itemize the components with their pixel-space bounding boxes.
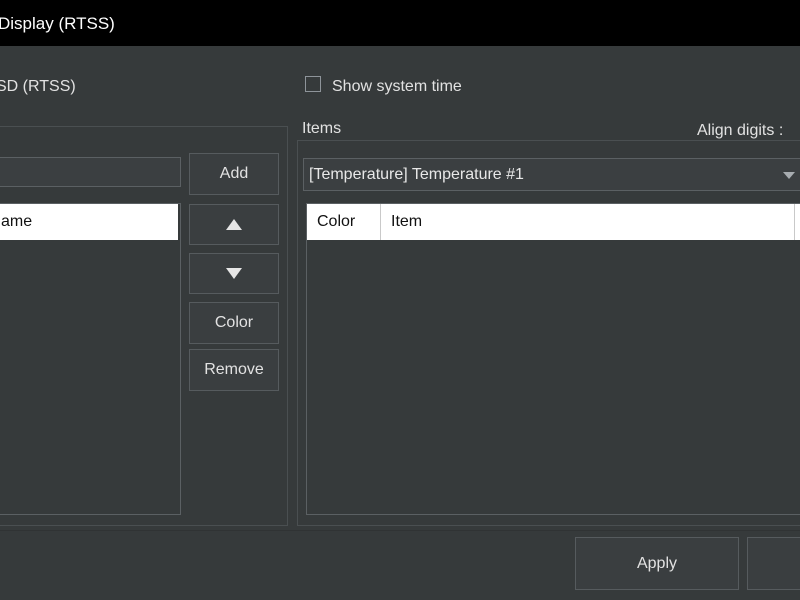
name-input[interactable]	[0, 157, 181, 187]
title-bar: Display (RTSS)	[0, 0, 800, 46]
footer-divider	[0, 530, 800, 531]
osd-section-label: SD (RTSS)	[0, 78, 76, 95]
remove-button[interactable]: Remove	[189, 349, 279, 391]
items-combo-value: [Temperature] Temperature #1	[309, 166, 524, 183]
items-column-item[interactable]: Item	[391, 213, 422, 231]
color-button-label: Color	[214, 314, 254, 331]
secondary-footer-button[interactable]	[747, 537, 800, 590]
show-system-time-checkbox[interactable]	[305, 76, 321, 92]
color-button[interactable]: Color	[189, 302, 279, 344]
chevron-down-icon[interactable]	[783, 172, 795, 179]
move-up-button[interactable]	[189, 204, 279, 245]
column-separator	[794, 204, 795, 240]
apply-button[interactable]: Apply	[575, 537, 739, 590]
triangle-down-icon	[226, 268, 242, 279]
show-system-time-label[interactable]: Show system time	[332, 78, 462, 96]
osd-list-header: ame	[0, 204, 178, 240]
align-digits-label: Align digits :	[697, 122, 784, 139]
add-button-label: Add	[219, 165, 249, 182]
items-table[interactable]: Color Item	[306, 203, 800, 515]
items-combo[interactable]: [Temperature] Temperature #1	[303, 158, 800, 191]
apply-button-label: Apply	[636, 554, 678, 572]
move-down-button[interactable]	[189, 253, 279, 294]
osd-list[interactable]: ame	[0, 203, 181, 515]
osd-list-column-name[interactable]: ame	[1, 213, 32, 231]
add-button[interactable]: Add	[189, 153, 279, 195]
items-group-label: Items	[302, 120, 346, 138]
items-column-color[interactable]: Color	[317, 213, 355, 231]
window-title: Display (RTSS)	[0, 14, 115, 33]
items-table-header: Color Item	[307, 204, 800, 240]
triangle-up-icon	[226, 219, 242, 230]
remove-button-label: Remove	[204, 361, 264, 378]
column-separator	[380, 204, 381, 240]
